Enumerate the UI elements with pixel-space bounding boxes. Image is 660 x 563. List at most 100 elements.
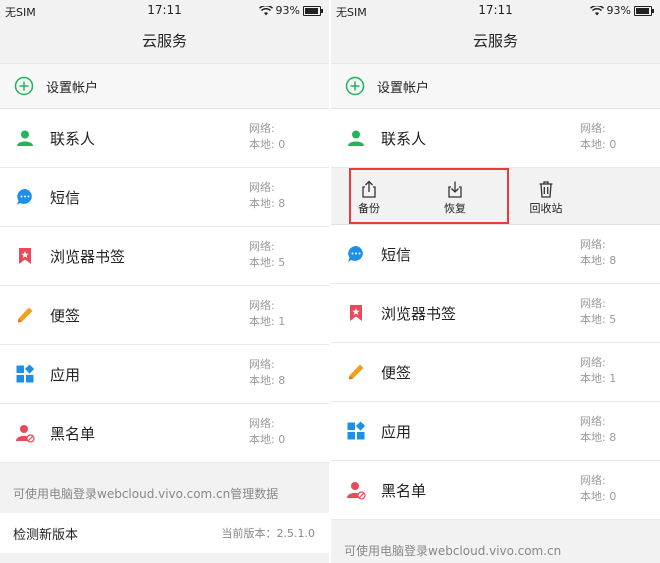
local-count: 0 (609, 138, 617, 151)
network-label: 网络: (249, 299, 275, 312)
local-count: 8 (609, 431, 617, 444)
check-update-row[interactable]: 检测新版本 当前版本：2.5.1.0 (0, 513, 329, 553)
sync-stats: 网络: 本地: 5 (580, 296, 616, 328)
backup-button[interactable]: 备份 (349, 180, 389, 216)
local-label: 本地: (580, 490, 606, 503)
local-count: 5 (609, 313, 617, 326)
wifi-icon (589, 5, 604, 15)
local-label: 本地: (580, 254, 606, 267)
recycle-bin-button[interactable]: 回收站 (524, 180, 568, 216)
wifi-icon (258, 5, 273, 15)
list-item-blacklist[interactable]: 黑名单 网络: 本地: 0 (331, 461, 660, 520)
network-label: 网络: (580, 297, 606, 310)
list-item-notes[interactable]: 便签 网络: 本地: 1 (331, 343, 660, 402)
bookmark-icon (15, 246, 35, 266)
local-label: 本地: (249, 197, 275, 210)
network-label: 网络: (249, 417, 275, 430)
local-label: 本地: (580, 138, 606, 151)
blacklist-icon (346, 480, 366, 500)
upload-icon (362, 180, 376, 198)
sync-stats: 网络: 本地: 1 (580, 355, 616, 387)
check-update-label: 检测新版本 (13, 527, 79, 543)
list-item-label: 浏览器书签 (381, 304, 457, 323)
right-screen: 无SIM 17:11 93% 云服务 设置帐户 联系人 网络: 本地: 0 备份 … (331, 0, 660, 563)
list-item-apps[interactable]: 应用 网络: 本地: 8 (0, 345, 329, 404)
sync-stats: 网络: 本地: 8 (249, 357, 285, 389)
status-right: 93% (589, 4, 654, 17)
list-item-label: 便签 (50, 306, 81, 325)
list-item-label: 短信 (381, 245, 412, 264)
sync-stats: 网络: 本地: 0 (580, 473, 616, 505)
list-item-bookmarks[interactable]: 浏览器书签 网络: 本地: 5 (0, 227, 329, 286)
blacklist-icon (15, 423, 35, 443)
network-label: 网络: (580, 122, 606, 135)
list-item-label: 应用 (381, 422, 412, 441)
trash-icon (539, 181, 553, 198)
setup-account-button[interactable]: 设置帐户 (0, 63, 329, 109)
local-label: 本地: (249, 256, 275, 269)
list-item-label: 联系人 (381, 129, 427, 148)
sync-stats: 网络: 本地: 5 (249, 239, 285, 271)
list-item-sms[interactable]: 短信 网络: 本地: 8 (331, 225, 660, 284)
setup-account-button[interactable]: 设置帐户 (331, 63, 660, 109)
local-count: 1 (609, 372, 617, 385)
sync-stats: 网络: 本地: 8 (580, 414, 616, 446)
pencil-icon (346, 362, 366, 382)
local-label: 本地: (249, 433, 275, 446)
local-label: 本地: (580, 372, 606, 385)
local-label: 本地: (580, 431, 606, 444)
local-label: 本地: (580, 313, 606, 326)
local-count: 0 (278, 138, 286, 151)
list-item-label: 黑名单 (50, 424, 96, 443)
page-title: 云服务 (0, 22, 329, 60)
add-circle-icon (14, 76, 34, 96)
list-item-label: 黑名单 (381, 481, 427, 500)
local-count: 1 (278, 315, 286, 328)
local-label: 本地: (249, 374, 275, 387)
restore-button[interactable]: 恢复 (435, 180, 475, 216)
add-circle-icon (345, 76, 365, 96)
list-item-label: 联系人 (50, 129, 96, 148)
network-label: 网络: (580, 415, 606, 428)
footer-note: 可使用电脑登录webcloud.vivo.com.cn管理数据 (13, 487, 279, 501)
sync-stats: 网络: 本地: 1 (249, 298, 285, 330)
bookmark-icon (346, 303, 366, 323)
list-item-notes[interactable]: 便签 网络: 本地: 1 (0, 286, 329, 345)
download-icon (448, 181, 462, 198)
list-item-sms[interactable]: 短信 网络: 本地: 8 (0, 168, 329, 227)
local-count: 8 (609, 254, 617, 267)
setup-account-label: 设置帐户 (377, 80, 430, 96)
contact-action-bar: 备份 恢复 回收站 (331, 168, 660, 225)
list-item-bookmarks[interactable]: 浏览器书签 网络: 本地: 5 (331, 284, 660, 343)
status-right: 93% (258, 4, 323, 17)
footer-note: 可使用电脑登录webcloud.vivo.com.cn (344, 544, 562, 558)
local-count: 5 (278, 256, 286, 269)
apps-icon (346, 421, 366, 441)
list-item-contacts[interactable]: 联系人 网络: 本地: 0 (331, 109, 660, 168)
network-label: 网络: (249, 240, 275, 253)
battery-icon (634, 5, 654, 16)
network-label: 网络: (580, 474, 606, 487)
list-item-blacklist[interactable]: 黑名单 网络: 本地: 0 (0, 404, 329, 463)
list-item-label: 便签 (381, 363, 412, 382)
sync-stats: 网络: 本地: 0 (249, 416, 285, 448)
sync-stats: 网络: 本地: 8 (249, 180, 285, 212)
network-label: 网络: (580, 356, 606, 369)
contact-icon (15, 128, 35, 148)
list-item-contacts[interactable]: 联系人 网络: 本地: 0 (0, 109, 329, 168)
network-label: 网络: (249, 122, 275, 135)
battery-icon (303, 5, 323, 16)
local-count: 8 (278, 197, 286, 210)
sync-stats: 网络: 本地: 8 (580, 237, 616, 269)
network-label: 网络: (249, 181, 275, 194)
battery-percent: 93% (275, 4, 300, 17)
version-text: 当前版本：2.5.1.0 (221, 527, 315, 540)
page-title: 云服务 (331, 22, 660, 60)
status-bar: 无SIM 17:11 93% (0, 0, 329, 22)
list-item-label: 应用 (50, 365, 81, 384)
local-count: 0 (609, 490, 617, 503)
local-label: 本地: (249, 315, 275, 328)
restore-label: 恢复 (444, 202, 466, 215)
setup-account-label: 设置帐户 (46, 80, 99, 96)
list-item-apps[interactable]: 应用 网络: 本地: 8 (331, 402, 660, 461)
